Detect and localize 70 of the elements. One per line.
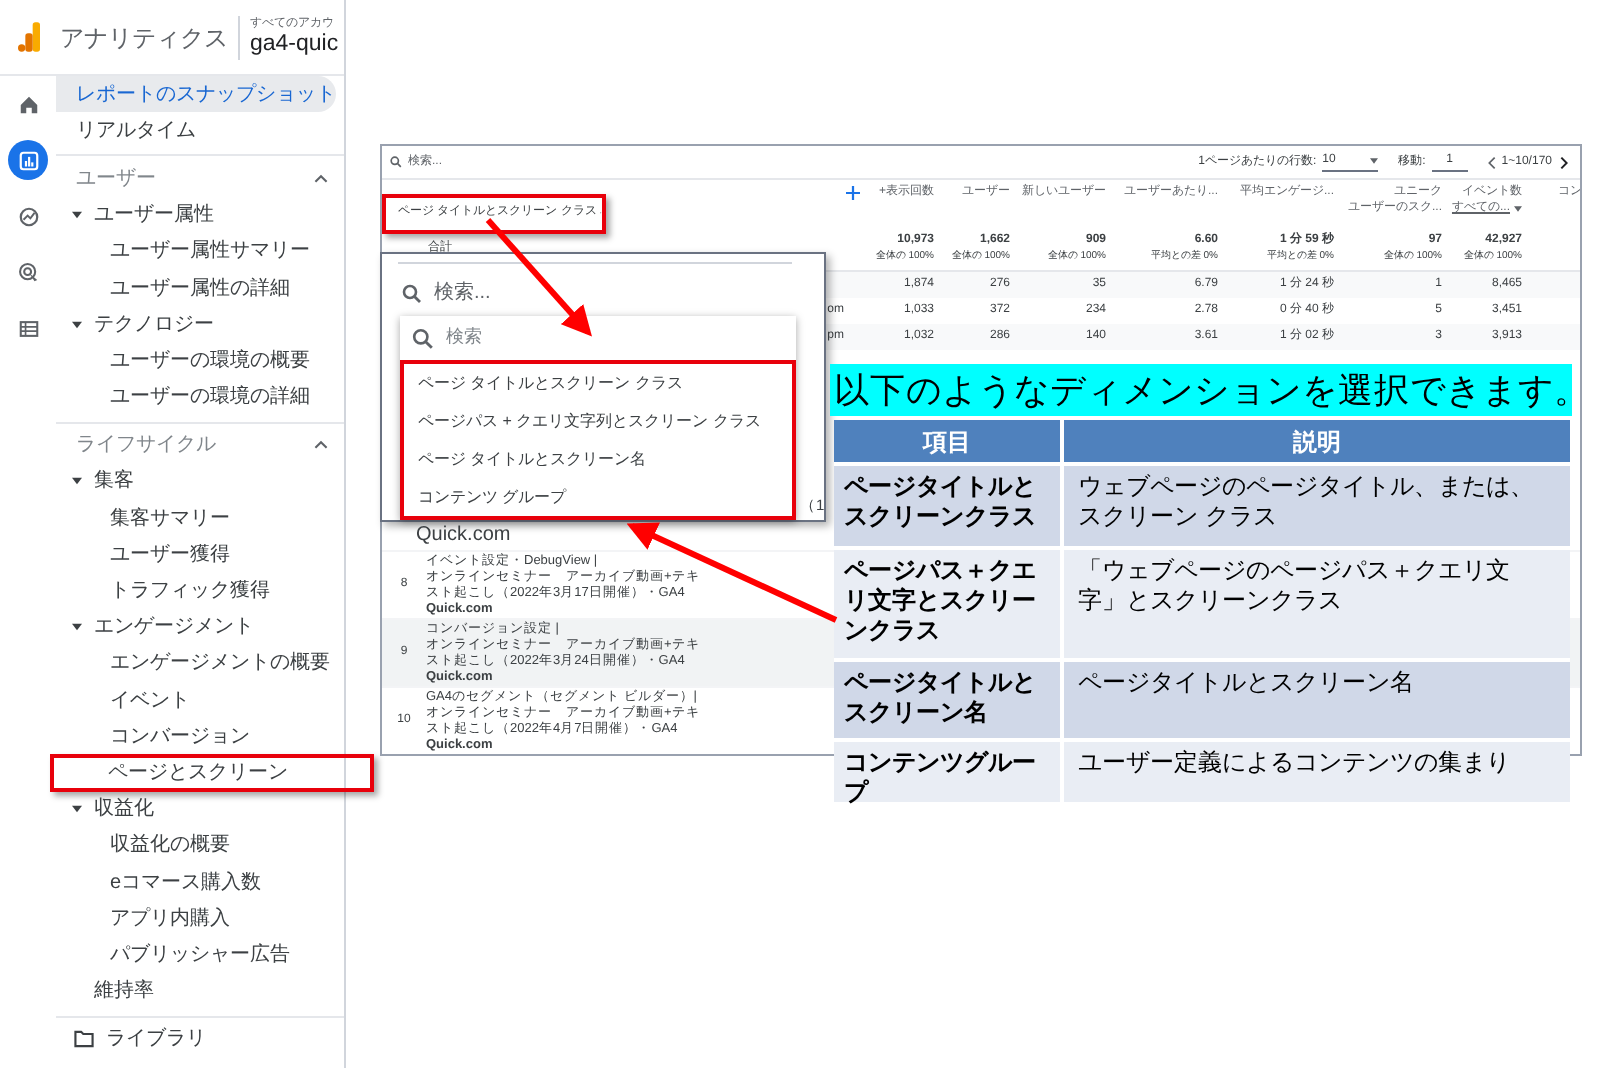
triangle-icon[interactable] [72, 804, 82, 815]
nav-item[interactable]: 収益化の概要 [56, 827, 372, 864]
section-header[interactable]: ユーザー [76, 163, 156, 194]
triangle-icon[interactable] [72, 319, 82, 330]
chevron-icon[interactable] [314, 440, 328, 451]
chevron-icon[interactable] [314, 173, 328, 184]
dropdown-option[interactable]: ページ タイトルとスクリーン クラス [404, 364, 792, 402]
dropdown-option[interactable]: ページ タイトルとスクリーン名 [404, 440, 792, 478]
nav-item[interactable]: リアルタイム [56, 112, 372, 149]
nav-group[interactable]: 集客 [94, 466, 134, 497]
folder-icon [74, 1030, 94, 1049]
nav-item[interactable]: eコマース購入数 [56, 863, 372, 901]
next-icon[interactable] [1560, 155, 1568, 169]
search-icon [390, 156, 402, 168]
nav-item[interactable]: 維持率 [56, 973, 372, 1010]
triangle-icon[interactable] [72, 622, 82, 633]
logo-icon [18, 22, 40, 52]
previous-icon[interactable] [1487, 155, 1496, 169]
nav-item[interactable]: コンバージョン [56, 718, 372, 755]
product-name: アナリティクス [60, 21, 228, 55]
search-icon [402, 283, 422, 303]
nav-group[interactable]: エンゲージメント [94, 612, 254, 643]
search-icon [412, 327, 434, 349]
target-icon [17, 261, 39, 283]
section-header[interactable]: ライフサイクル [76, 430, 216, 461]
list-icon [17, 317, 39, 339]
table-cell: ウェブページのページタイトル、または、スクリーン クラス [1064, 466, 1570, 546]
trend-circle-icon [17, 205, 39, 227]
callout-banner: 以下のようなディメンションを選択できます。 [830, 364, 1572, 416]
rail-button[interactable] [8, 140, 48, 180]
nav-item[interactable]: ユーザー属性サマリー [56, 233, 372, 270]
table-cell: ページタイトルとスクリーンクラス [834, 466, 1060, 546]
table-cell: ページパス＋クエリ文字とスクリーンクラス [834, 550, 1060, 658]
nav-item[interactable]: エンゲージメントの概要 [56, 645, 372, 682]
dropdown-option[interactable]: コンテンツ グループ [404, 478, 792, 516]
table-cell: コンテンツグループ [834, 742, 1060, 802]
property-name[interactable]: ga4-quic [250, 33, 339, 57]
nav-group[interactable]: 収益化 [94, 794, 154, 825]
add-icon[interactable] [845, 186, 859, 200]
nav-item[interactable]: トラフィック獲得 [56, 572, 372, 610]
dropdown-caret-icon[interactable] [1514, 205, 1522, 211]
nav-item[interactable]: ユーザー獲得 [56, 536, 372, 573]
nav-item[interactable]: ユーザーの環境の詳細 [56, 379, 372, 416]
arrow [485, 218, 592, 337]
triangle-icon[interactable] [72, 210, 82, 221]
dropdown-caret-icon[interactable] [1370, 158, 1379, 164]
nav-item[interactable]: イベント [56, 682, 372, 719]
bar-chart-icon [17, 149, 39, 171]
nav-group[interactable]: テクノロジー [94, 309, 214, 340]
home-icon [17, 93, 39, 115]
nav-item[interactable]: レポートのスナップショット [56, 76, 336, 113]
column-header: 説明 [1064, 420, 1570, 462]
triangle-icon[interactable] [72, 476, 82, 487]
library-link[interactable]: ライブラリ [106, 1024, 206, 1055]
nav-group[interactable]: ユーザー属性 [94, 200, 214, 231]
nav-item[interactable]: 集客サマリー [56, 500, 372, 537]
search-field[interactable]: 検索... [434, 278, 491, 308]
nav-item[interactable]: アプリ内購入 [56, 900, 372, 937]
table-cell: ユーザー定義によるコンテンツの集まり [1064, 742, 1570, 802]
column-header: 項目 [834, 420, 1060, 462]
nav-item[interactable]: パブリッシャー広告 [56, 936, 372, 973]
filter-field[interactable]: 検索 [446, 324, 482, 352]
table-cell: ページタイトルとスクリーン名 [1064, 662, 1570, 738]
nav-item[interactable]: ユーザーの環境の概要 [56, 342, 372, 379]
text-fragment: Quick.com [416, 524, 511, 546]
table-cell: 「ウェブページのページパス＋クエリ文字」とスクリーンクラス [1064, 550, 1570, 658]
nav-item[interactable]: ユーザー属性の詳細 [56, 269, 372, 307]
nav-item[interactable]: ページとスクリーン [50, 754, 374, 792]
dropdown-option[interactable]: ページパス + クエリ文字列とスクリーン クラス [404, 402, 792, 440]
table-cell: ページタイトルとスクリーン名 [834, 662, 1060, 738]
